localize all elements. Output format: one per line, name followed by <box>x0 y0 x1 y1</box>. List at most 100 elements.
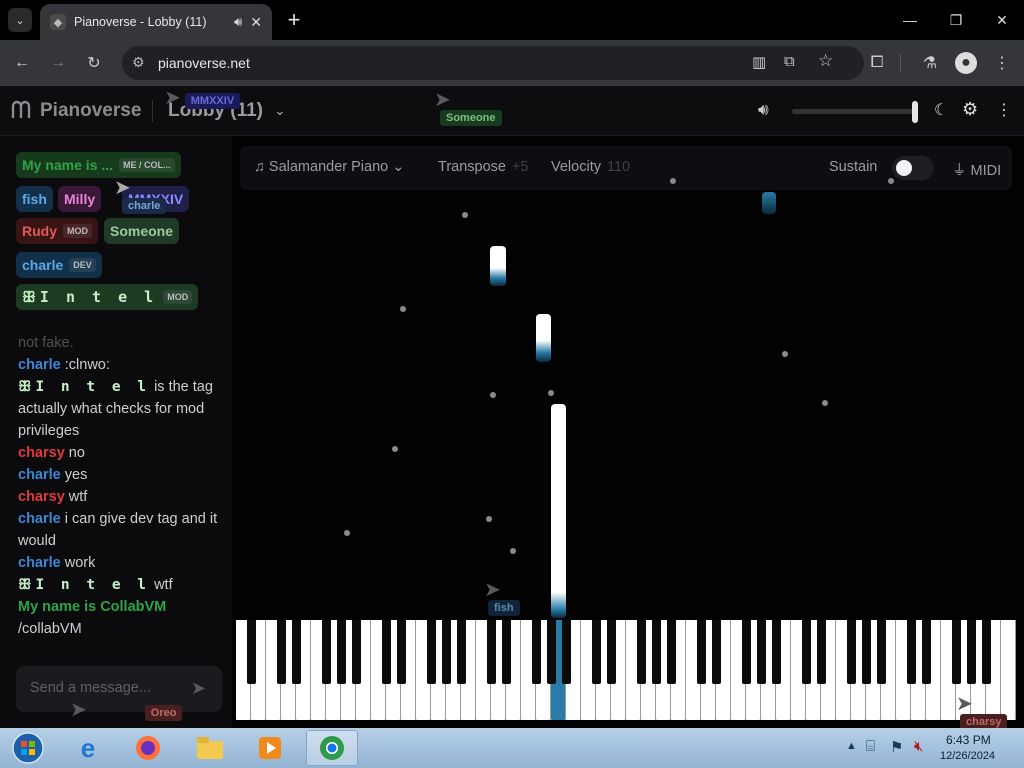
settings-gear-icon[interactable]: ⚙ <box>962 99 978 120</box>
bookmark-star-icon[interactable]: ☆ <box>818 51 833 71</box>
chat-author[interactable]: charle <box>18 357 61 373</box>
black-key[interactable] <box>816 620 826 684</box>
user-tag[interactable]: ꕥI n t e l MOD <box>16 284 199 310</box>
black-key[interactable] <box>966 620 976 684</box>
profile-icon[interactable]: ● <box>955 52 977 74</box>
piano-canvas[interactable]: ♫ Salamander Piano ⌄ Transpose +5 Velocit… <box>232 136 1024 728</box>
black-key[interactable] <box>381 620 391 684</box>
site-info-icon[interactable]: ⚙︎ <box>132 54 145 71</box>
close-tab-icon[interactable]: ✕ <box>250 14 262 31</box>
black-key[interactable] <box>921 620 931 684</box>
reload-icon[interactable]: ↻ <box>83 52 105 74</box>
send-icon[interactable]: ➤ <box>191 678 206 699</box>
black-key[interactable] <box>456 620 466 684</box>
black-key[interactable] <box>291 620 301 684</box>
user-tag[interactable]: charle DEV <box>16 252 102 278</box>
black-key[interactable] <box>561 620 571 684</box>
black-key[interactable] <box>486 620 496 684</box>
chat-author[interactable]: charle <box>18 467 61 483</box>
back-icon[interactable]: ← <box>11 52 33 74</box>
action-center-flag-icon[interactable]: ⚑ <box>890 738 903 756</box>
chat-author[interactable]: charle <box>18 511 61 527</box>
volume-slider[interactable] <box>792 109 916 114</box>
black-key[interactable] <box>666 620 676 684</box>
reading-mode-icon[interactable]: ▥ <box>752 53 766 71</box>
labs-icon[interactable]: ⚗ <box>919 52 941 74</box>
black-key[interactable] <box>861 620 871 684</box>
user-tag[interactable]: Someone <box>104 218 180 244</box>
black-key[interactable] <box>531 620 541 684</box>
black-key[interactable] <box>906 620 916 684</box>
black-key[interactable] <box>246 620 256 684</box>
chevron-down-icon[interactable]: ⌄ <box>274 102 286 119</box>
install-app-icon[interactable]: ⧉ <box>784 53 795 70</box>
audio-playing-icon[interactable]: 🔊︎ <box>234 14 242 30</box>
tab-search-icon[interactable]: ⌄ <box>8 8 32 32</box>
black-key[interactable] <box>501 620 511 684</box>
close-window-icon[interactable]: ✕ <box>982 6 1022 34</box>
transpose-control[interactable]: Transpose +5 <box>438 159 529 175</box>
address-bar[interactable]: ⚙︎ pianoverse.net ▥ ⧉ ☆ <box>122 46 864 80</box>
network-icon[interactable]: ⌸ <box>866 738 875 755</box>
extensions-icon[interactable]: ⧠ <box>866 52 888 74</box>
black-key[interactable] <box>441 620 451 684</box>
minimize-icon[interactable]: — <box>890 6 930 34</box>
black-key[interactable] <box>951 620 961 684</box>
user-tag[interactable]: fish <box>16 186 53 212</box>
clock-date[interactable]: 12/26/2024 <box>940 750 995 762</box>
midi-button[interactable]: ⏚ MIDI <box>952 159 1001 180</box>
black-key[interactable] <box>396 620 406 684</box>
black-key[interactable] <box>321 620 331 684</box>
firefox-icon[interactable] <box>122 730 174 766</box>
forward-icon[interactable]: → <box>47 52 69 74</box>
app-logo[interactable]: Pianoverse <box>40 100 141 122</box>
black-key[interactable] <box>636 620 646 684</box>
user-tag[interactable]: My name is ... ME / COL... <box>16 152 181 178</box>
menu-icon[interactable]: ⋮ <box>991 52 1013 74</box>
black-key[interactable] <box>651 620 661 684</box>
start-orb-icon[interactable] <box>2 730 54 766</box>
black-key[interactable] <box>426 620 436 684</box>
black-key[interactable] <box>276 620 286 684</box>
theme-moon-icon[interactable]: ☾ <box>934 100 948 120</box>
black-key[interactable] <box>846 620 856 684</box>
chat-author[interactable]: ꕥI n t e l <box>18 379 150 395</box>
piano-keyboard[interactable] <box>236 620 1016 720</box>
chat-author[interactable]: charle <box>18 555 61 571</box>
black-key[interactable] <box>756 620 766 684</box>
chat-author[interactable]: charsy <box>18 445 65 461</box>
show-hidden-icons-icon[interactable]: ▲ <box>846 740 857 752</box>
internet-explorer-icon[interactable]: e <box>62 730 114 766</box>
browser-tab[interactable]: ◆ Pianoverse - Lobby (11) 🔊︎ ✕ <box>40 4 272 40</box>
restore-icon[interactable]: ❐ <box>936 6 976 34</box>
user-tag[interactable]: Milly <box>58 186 102 212</box>
chat-author[interactable]: ꕥI n t e l <box>18 577 150 593</box>
volume-muted-icon[interactable]: 🔇︎ <box>914 738 923 755</box>
volume-knob[interactable] <box>912 101 918 123</box>
more-menu-icon[interactable]: ⋮ <box>996 100 1012 120</box>
black-key[interactable] <box>801 620 811 684</box>
black-key[interactable] <box>351 620 361 684</box>
chrome-icon[interactable] <box>306 730 358 766</box>
media-player-icon[interactable] <box>244 730 296 766</box>
url-text[interactable]: pianoverse.net <box>158 55 250 71</box>
transpose-value[interactable]: +5 <box>512 159 529 175</box>
black-key[interactable] <box>591 620 601 684</box>
black-key[interactable] <box>771 620 781 684</box>
black-key[interactable] <box>336 620 346 684</box>
black-key[interactable] <box>606 620 616 684</box>
velocity-value[interactable]: 110 <box>607 159 630 175</box>
black-key[interactable] <box>981 620 991 684</box>
black-key[interactable] <box>741 620 751 684</box>
chat-author[interactable]: charsy <box>18 489 65 505</box>
chat-author[interactable]: My name is CollabVM <box>18 599 166 615</box>
new-tab-icon[interactable]: + <box>282 7 306 32</box>
clock-time[interactable]: 6:43 PM <box>946 733 991 747</box>
user-tag[interactable]: Rudy MOD <box>16 218 98 244</box>
black-key[interactable] <box>711 620 721 684</box>
volume-icon[interactable]: 🔊︎ <box>758 100 769 120</box>
black-key[interactable] <box>696 620 706 684</box>
sustain-toggle[interactable] <box>892 156 934 180</box>
black-key[interactable] <box>546 620 556 684</box>
instrument-select[interactable]: ♫ Salamander Piano ⌄ <box>254 159 404 175</box>
